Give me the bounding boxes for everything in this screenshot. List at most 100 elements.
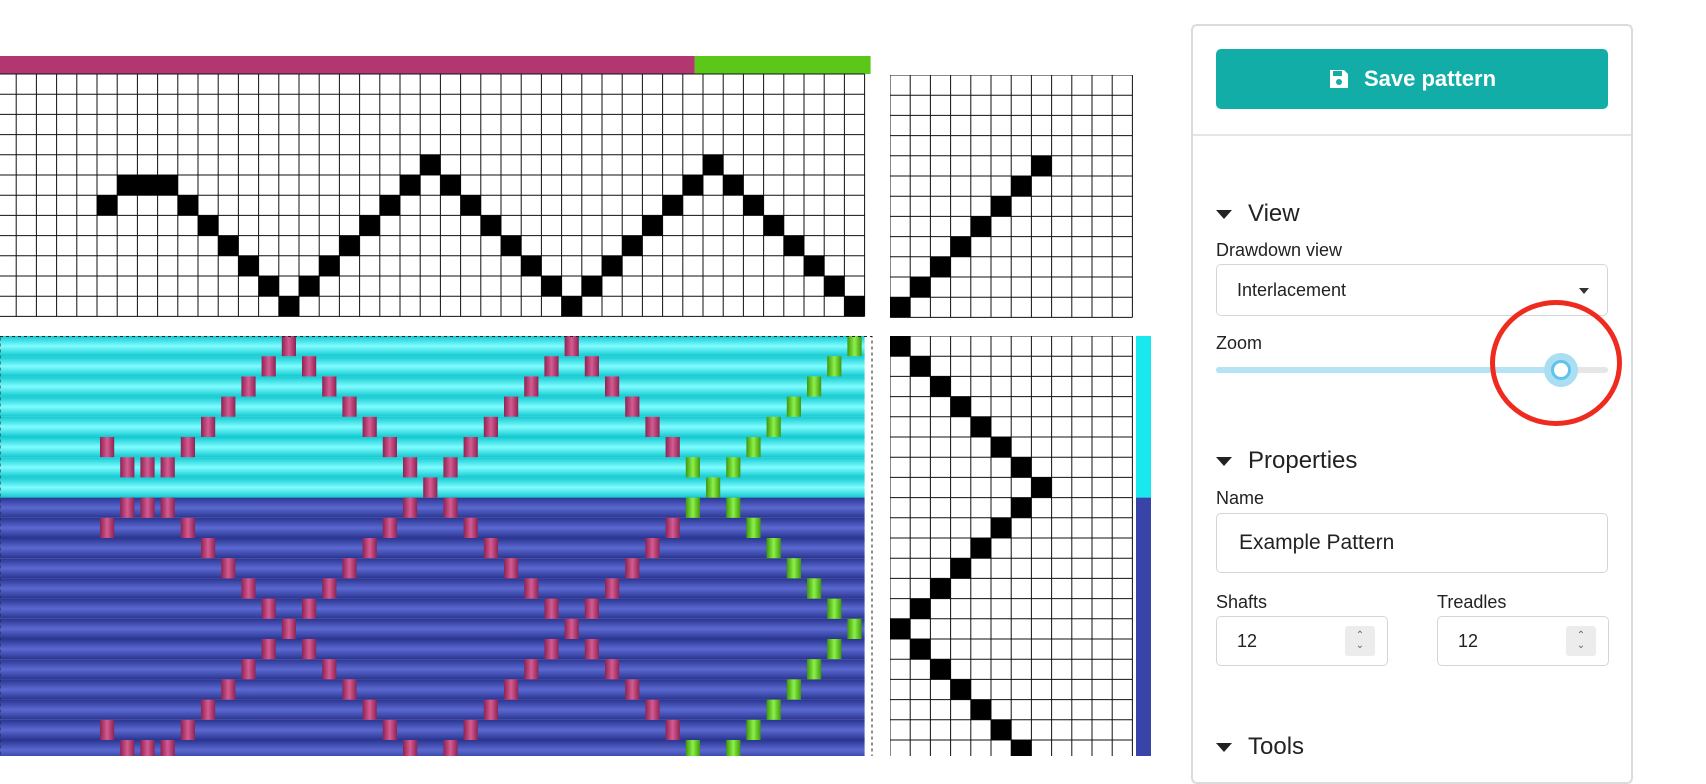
warp-float — [807, 659, 822, 680]
warp-float — [463, 517, 478, 538]
warp-float — [645, 416, 660, 437]
treadling-cell — [890, 336, 911, 357]
warp-float — [322, 376, 337, 397]
tieup-cell — [1031, 155, 1052, 176]
threading-cell — [278, 296, 299, 317]
spinner-icon[interactable]: ⌃ ⌄ — [1566, 626, 1596, 656]
warp-float — [685, 457, 700, 478]
warp-float — [665, 517, 680, 538]
treadling-cell — [930, 376, 951, 397]
warp-float — [685, 740, 700, 756]
shafts-value: 12 — [1237, 630, 1258, 651]
treadling-grid[interactable] — [890, 336, 1136, 756]
treadling-cell — [1011, 457, 1032, 478]
warp-float — [625, 679, 640, 700]
treadling-cell — [930, 659, 951, 680]
threading-cell — [420, 154, 441, 175]
shafts-label: Shafts — [1216, 592, 1268, 612]
warp-float — [483, 416, 498, 437]
warp-float — [302, 639, 317, 660]
warp-float — [726, 497, 741, 518]
warp-float — [584, 639, 599, 660]
threading-cell — [642, 215, 663, 236]
threading-cell — [723, 175, 744, 196]
warp-float — [241, 659, 256, 680]
warp-color-green — [694, 56, 871, 74]
tieup-cell — [970, 216, 991, 237]
weft-row — [0, 679, 865, 700]
treadling-cell — [910, 356, 931, 377]
threading-cell — [703, 154, 724, 175]
save-pattern-button[interactable]: Save pattern — [1216, 49, 1608, 109]
pattern-name-input[interactable]: Example Pattern — [1216, 513, 1608, 573]
warp-float — [524, 578, 539, 599]
warp-float — [544, 598, 559, 619]
spinner-icon[interactable]: ⌃ ⌄ — [1345, 626, 1375, 656]
warp-float — [403, 740, 418, 756]
treadles-input[interactable]: 12 ⌃ ⌄ — [1437, 616, 1609, 666]
warp-float — [665, 437, 680, 458]
warp-float — [382, 437, 397, 458]
warp-float — [140, 457, 155, 478]
warp-float — [180, 437, 195, 458]
warp-float — [403, 457, 418, 478]
pattern-name-value: Example Pattern — [1239, 531, 1395, 554]
warp-float — [443, 740, 458, 756]
weft-row — [0, 437, 865, 458]
warp-float — [362, 699, 377, 720]
threading-cell — [561, 296, 582, 317]
threading-cell — [581, 276, 602, 297]
chevron-down-icon — [1579, 288, 1589, 294]
name-label: Name — [1216, 488, 1265, 508]
warp-float — [584, 356, 599, 377]
caret-down-icon — [1216, 209, 1232, 219]
warp-float — [746, 517, 761, 538]
warp-float — [221, 558, 236, 579]
weft-color-strip[interactable] — [1136, 336, 1151, 756]
drawdown-view-value: Interlacement — [1237, 279, 1347, 300]
shafts-input[interactable]: 12 ⌃ ⌄ — [1216, 616, 1388, 666]
warp-float — [140, 740, 155, 756]
tools-section-toggle[interactable]: Tools — [1216, 733, 1304, 761]
warp-float — [100, 719, 115, 740]
warp-float — [322, 578, 337, 599]
warp-float — [625, 396, 640, 417]
threading-cell — [440, 175, 461, 196]
warp-float — [564, 336, 579, 357]
warp-float — [807, 578, 822, 599]
weft-row — [0, 719, 865, 740]
treadling-cell — [1011, 497, 1032, 518]
caret-down-icon — [1216, 456, 1232, 466]
threading-cell — [521, 255, 542, 276]
treadling-cell — [910, 598, 931, 619]
weft-row — [0, 538, 865, 559]
warp-float — [100, 517, 115, 538]
warp-float — [261, 639, 276, 660]
threading-cell — [258, 276, 279, 297]
warp-float — [605, 376, 620, 397]
warp-float — [645, 538, 660, 559]
weft-row — [0, 356, 865, 377]
threading-cell — [400, 175, 421, 196]
threading-cell — [359, 215, 380, 236]
warp-float — [544, 639, 559, 660]
warp-float — [261, 598, 276, 619]
threading-cell — [198, 215, 219, 236]
weft-row — [0, 578, 865, 599]
tools-section-title: Tools — [1248, 733, 1305, 760]
warp-float — [241, 376, 256, 397]
properties-section-toggle[interactable]: Properties — [1216, 447, 1357, 475]
threading-cell — [622, 235, 643, 256]
warp-float — [605, 659, 620, 680]
warp-float — [100, 437, 115, 458]
threading-cell — [480, 215, 501, 236]
warp-float — [766, 416, 781, 437]
view-section-toggle[interactable]: View — [1216, 200, 1300, 228]
tieup-grid[interactable] — [890, 75, 1136, 318]
tieup-cell — [1011, 176, 1032, 197]
weft-cyan — [1136, 336, 1151, 498]
weft-blue — [1136, 497, 1151, 756]
drawdown-interlacement[interactable] — [0, 336, 874, 756]
threading-cell — [844, 296, 865, 317]
threading-grid[interactable] — [0, 56, 872, 318]
